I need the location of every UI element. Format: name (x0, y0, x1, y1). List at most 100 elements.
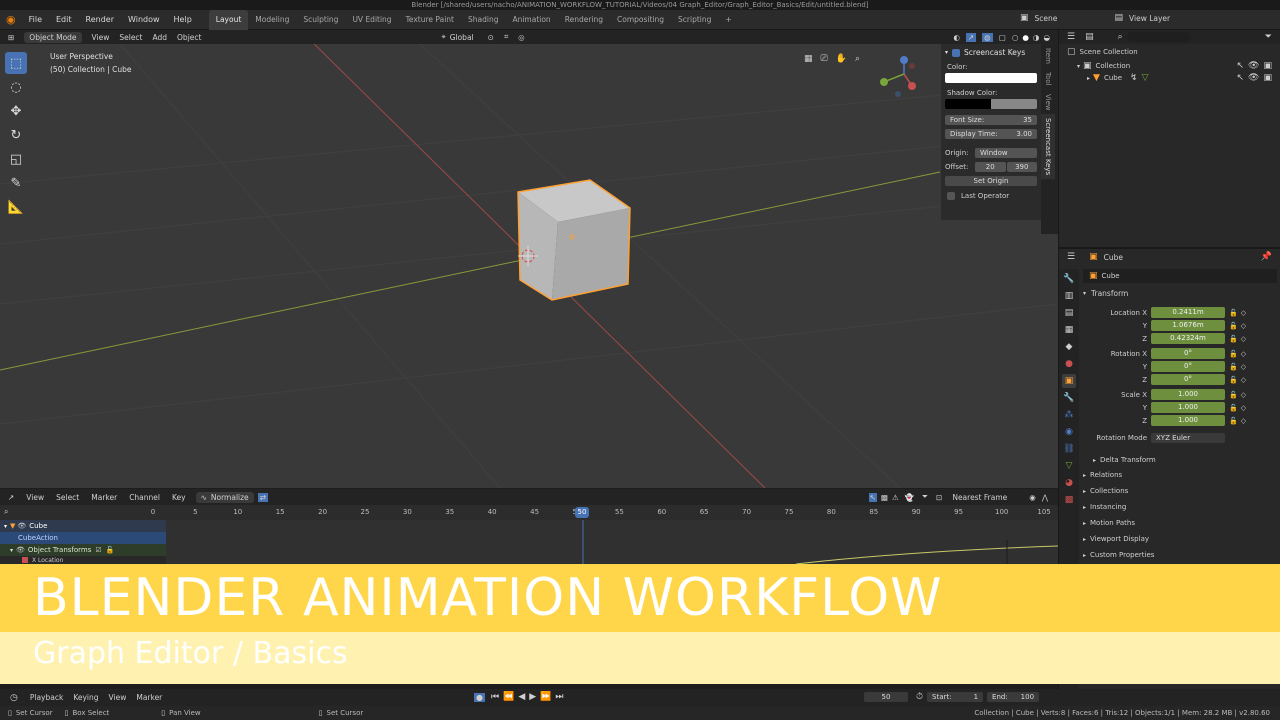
lock-scale-z-icon[interactable]: 🔓 (1229, 417, 1238, 425)
transform-orientation-icon[interactable]: ⌖ (441, 32, 445, 42)
graph-filter-icon[interactable]: ⏷ (922, 492, 928, 502)
tab-shading[interactable]: Shading (461, 10, 505, 30)
group-lock-icon[interactable]: 🔓 (106, 546, 115, 554)
section-delta-transform[interactable]: Delta Transform (1100, 456, 1156, 464)
collections-expand-icon[interactable]: ▸ (1083, 488, 1086, 495)
rotation-z-field[interactable]: 0° (1151, 374, 1225, 385)
font-size-field[interactable]: Font Size:35 (945, 115, 1037, 125)
tab-scripting[interactable]: Scripting (671, 10, 718, 30)
wireframe-shading-icon[interactable]: ○ (1012, 33, 1019, 42)
proportional-edit-icon[interactable]: ◎ (518, 33, 525, 42)
color-swatch[interactable] (945, 73, 1037, 83)
tab-animation[interactable]: Animation (505, 10, 557, 30)
auto-normalize-icon[interactable]: ⇄ (258, 493, 268, 502)
rotation-y-field[interactable]: 0° (1151, 361, 1225, 372)
keyframe-location-x-icon[interactable]: ◇ (1241, 309, 1246, 317)
world-props-icon[interactable]: ● (1062, 357, 1076, 371)
prev-keyframe-icon[interactable]: ⏪ (503, 692, 514, 702)
scale-y-field[interactable]: 1.000 (1151, 402, 1225, 413)
only-errors-icon[interactable]: ⚠ (892, 493, 899, 502)
keyframe-location-y-icon[interactable]: ◇ (1241, 322, 1246, 330)
blender-logo-icon[interactable]: ◉ (0, 13, 22, 26)
collapse-arrow-icon[interactable]: ▾ (945, 49, 948, 56)
menu-render[interactable]: Render (79, 10, 121, 30)
scene-props-icon[interactable]: ◆ (1062, 340, 1076, 354)
keyframe-rotation-x-icon[interactable]: ◇ (1241, 350, 1246, 358)
timeline-editor-icon[interactable]: ◷ (10, 693, 18, 703)
section-collections[interactable]: Collections (1090, 487, 1128, 495)
menu-view[interactable]: View (109, 693, 127, 702)
solid-shading-icon[interactable]: ● (1022, 33, 1029, 42)
location-y-field[interactable]: 1.0676m (1151, 320, 1225, 331)
graph-menu-marker[interactable]: Marker (91, 493, 117, 502)
location-z-field[interactable]: 0.42324m (1151, 333, 1225, 344)
viewport-menu-view[interactable]: View (92, 33, 110, 42)
lock-location-x-icon[interactable]: 🔓 (1229, 309, 1238, 317)
collection-visibility-icon[interactable]: 👁 (1248, 61, 1259, 71)
snap-icon[interactable]: ⌗ (504, 32, 508, 42)
annotate-tool-icon[interactable]: ✎ (5, 172, 27, 194)
lock-scale-y-icon[interactable]: 🔓 (1229, 404, 1238, 412)
graph-menu-select[interactable]: Select (56, 493, 79, 502)
origin-select[interactable]: Window (975, 148, 1037, 158)
channel-object-transforms[interactable]: ▾ 👁 Object Transforms ☑ 🔓 (0, 544, 166, 556)
current-frame-field[interactable]: 50 (864, 692, 908, 702)
show-hidden-icon[interactable]: ▩ (881, 493, 888, 502)
channel-cube-expand-icon[interactable]: ▾ (4, 523, 7, 530)
cube-visibility-icon[interactable]: 👁 (1248, 73, 1259, 83)
cube-render-icon[interactable]: ▣ (1263, 73, 1272, 83)
camera-view-icon[interactable]: ⎚ (821, 54, 828, 64)
end-frame-field[interactable]: End:100 (987, 692, 1039, 702)
jump-end-icon[interactable]: ⏭ (555, 692, 563, 702)
section-viewport-display[interactable]: Viewport Display (1090, 535, 1149, 543)
cursor-tool-icon[interactable]: ◌ (5, 76, 27, 98)
next-keyframe-icon[interactable]: ⏩ (540, 692, 551, 702)
material-shading-icon[interactable]: ◑ (1033, 33, 1040, 42)
orientation-select[interactable]: Global (450, 33, 474, 42)
keyframe-rotation-z-icon[interactable]: ◇ (1241, 376, 1246, 384)
menu-playback[interactable]: Playback (30, 693, 63, 702)
modifier-props-icon[interactable]: 🔧 (1062, 391, 1076, 405)
rendered-shading-icon[interactable]: ◒ (1043, 33, 1050, 42)
proportional-icon[interactable]: ◉ (1029, 493, 1036, 502)
display-time-field[interactable]: Display Time:3.00 (945, 129, 1037, 139)
editor-type-icon[interactable]: ⊞ (8, 33, 14, 42)
particles-props-icon[interactable]: ⁂ (1062, 408, 1076, 422)
texture-props-icon[interactable]: ▩ (1062, 493, 1076, 507)
lock-location-y-icon[interactable]: 🔓 (1229, 322, 1238, 330)
ntab-item[interactable]: Item (1041, 44, 1055, 68)
data-props-icon[interactable]: ▽ (1062, 459, 1076, 473)
collection-expand-icon[interactable]: ▾ (1077, 63, 1080, 70)
play-icon[interactable]: ▶ (529, 692, 536, 702)
motion-paths-expand-icon[interactable]: ▸ (1083, 520, 1086, 527)
display-mode-icon[interactable]: ▤ (1085, 32, 1094, 42)
play-reverse-icon[interactable]: ◀ (518, 692, 525, 702)
keyframe-location-z-icon[interactable]: ◇ (1241, 335, 1246, 343)
tab-sculpting[interactable]: Sculpting (296, 10, 345, 30)
visibility-icon[interactable]: ◐ (953, 33, 960, 42)
outliner-search-input[interactable] (1127, 32, 1191, 42)
ghost-icon[interactable]: 👻 (905, 493, 914, 502)
physics-props-icon[interactable]: ◉ (1062, 425, 1076, 439)
3d-viewport[interactable]: User Perspective (50) Collection | Cube … (0, 44, 1058, 488)
delta-expand-icon[interactable]: ▸ (1093, 457, 1096, 464)
constraints-props-icon[interactable]: ⛓ (1062, 442, 1076, 456)
transform-expand-icon[interactable]: ▾ (1083, 290, 1086, 297)
viewport-menu-object[interactable]: Object (177, 33, 201, 42)
zoom-icon[interactable]: ⌕ (855, 54, 860, 64)
outliner-cube[interactable]: Cube (1104, 74, 1122, 82)
menu-marker[interactable]: Marker (136, 693, 162, 702)
preview-range-icon[interactable]: ⏱ (916, 692, 923, 702)
collection-render-icon[interactable]: ▣ (1263, 61, 1272, 71)
ntab-screencast[interactable]: Screencast Keys (1041, 114, 1055, 179)
group-mute-icon[interactable]: ☑ (95, 546, 101, 554)
only-selected-icon[interactable]: ↖ (869, 493, 877, 502)
add-workspace-icon[interactable]: + (718, 10, 738, 30)
start-frame-field[interactable]: Start:1 (927, 692, 983, 702)
properties-editor-icon[interactable]: ☰ (1067, 252, 1075, 262)
lock-rotation-z-icon[interactable]: 🔓 (1229, 376, 1238, 384)
section-instancing[interactable]: Instancing (1090, 503, 1126, 511)
scale-z-field[interactable]: 1.000 (1151, 415, 1225, 426)
location-x-field[interactable]: 0.2411m (1151, 307, 1225, 318)
set-origin-button[interactable]: Set Origin (945, 176, 1037, 186)
